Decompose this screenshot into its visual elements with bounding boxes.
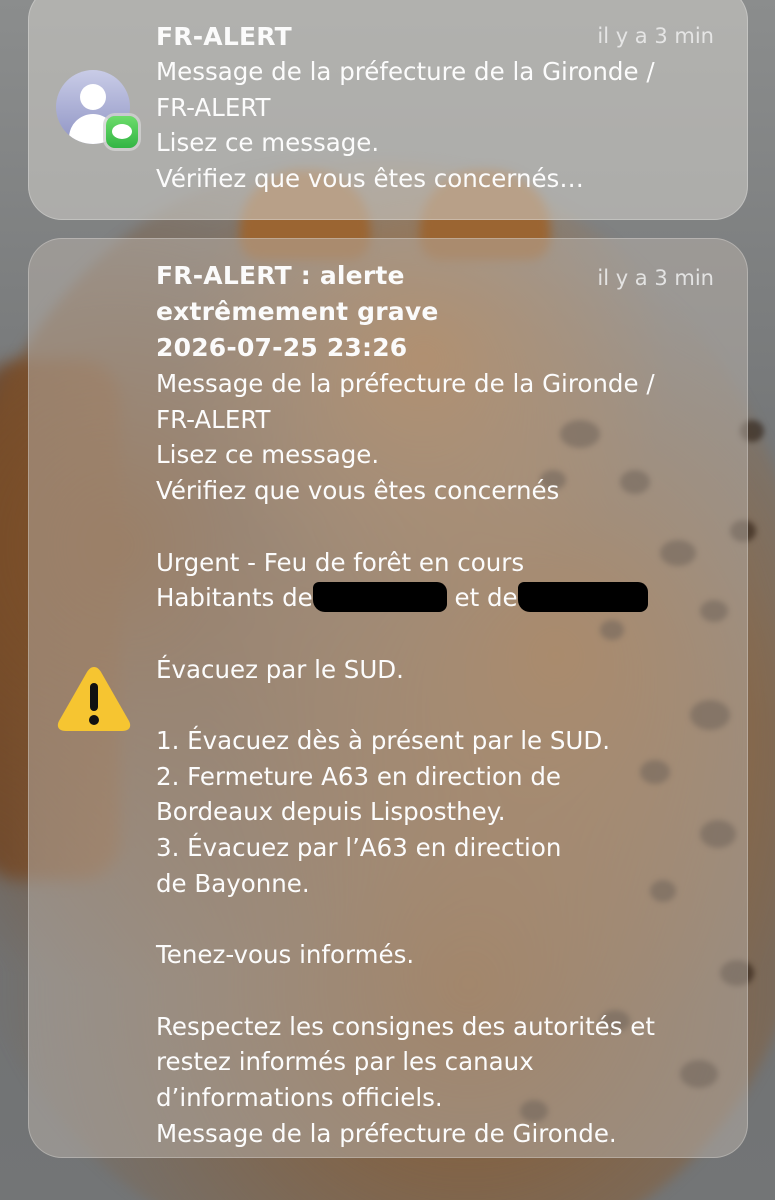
notification-fr-alert-summary[interactable]: FR-ALERT il y a 3 min Message de la préf… — [28, 0, 748, 220]
redacted-place-1 — [312, 582, 447, 613]
redacted-place-2 — [517, 582, 648, 613]
notification-body: Message de la préfecture de la Gironde /… — [156, 54, 718, 197]
title-line: extrêmement grave — [156, 297, 439, 326]
notification-time: il y a 3 min — [597, 266, 714, 290]
body-line: ​ — [156, 509, 718, 545]
habitants-prefix: Habitants de — [156, 583, 313, 613]
notification-fr-alert-extreme[interactable]: FR-ALERT : alerte extrêmement grave 2026… — [28, 238, 748, 1158]
body-line: Message de la préfecture de la Gironde / — [156, 57, 655, 86]
body-line: Message de la préfecture de la Gironde / — [156, 369, 655, 398]
notification-title: FR-ALERT — [156, 22, 292, 51]
body-line: Vérifiez que vous êtes concernés — [156, 476, 560, 506]
body-line: FR-ALERT — [156, 92, 271, 122]
notification-time: il y a 3 min — [597, 24, 714, 48]
title-line: FR-ALERT : alerte — [156, 261, 405, 290]
body-line: Lisez ce message. — [156, 128, 380, 158]
habitants-middle: et de — [454, 583, 518, 613]
body-line: ​ — [156, 973, 718, 1009]
body-line: 3. Évacuez par l’A63 en direction — [156, 833, 562, 863]
body-line: restez informés par les canaux — [156, 1047, 534, 1077]
body-line: 1. Évacuez dès à présent par le SUD. — [156, 726, 611, 756]
warning-triangle-icon — [57, 667, 131, 731]
title-line-date: 2026-07-25 23:26 — [156, 333, 408, 362]
notification-body: Message de la préfecture de la Gironde /… — [156, 366, 718, 1151]
body-line: 2. Fermeture A63 en direction de — [156, 761, 561, 791]
body-line: Message de la préfecture de Gironde. — [156, 1118, 617, 1148]
habitants-line: Habitants de et de — [156, 580, 718, 616]
messages-app-icon — [106, 116, 138, 148]
body-line: ​ — [156, 902, 718, 938]
body-line: de Bayonne. — [156, 868, 310, 898]
body-line: Respectez les consignes des autorités et — [156, 1011, 655, 1041]
body-line: Urgent - Feu de forêt en cours — [156, 547, 525, 577]
body-line: Tenez-vous informés. — [156, 940, 415, 970]
body-line: Vérifiez que vous êtes concernés… — [156, 164, 584, 194]
body-line: d’informations officiels. — [156, 1083, 443, 1113]
body-line: Évacuez par le SUD. — [156, 654, 404, 684]
body-line: ​ — [156, 687, 718, 723]
notification-title: FR-ALERT : alerte extrêmement grave 2026… — [156, 258, 439, 366]
body-line: Bordeaux depuis Lisposthey. — [156, 797, 506, 827]
body-line: FR-ALERT — [156, 404, 271, 434]
body-line: ​ — [156, 616, 718, 652]
body-line: Lisez ce message. — [156, 440, 380, 470]
